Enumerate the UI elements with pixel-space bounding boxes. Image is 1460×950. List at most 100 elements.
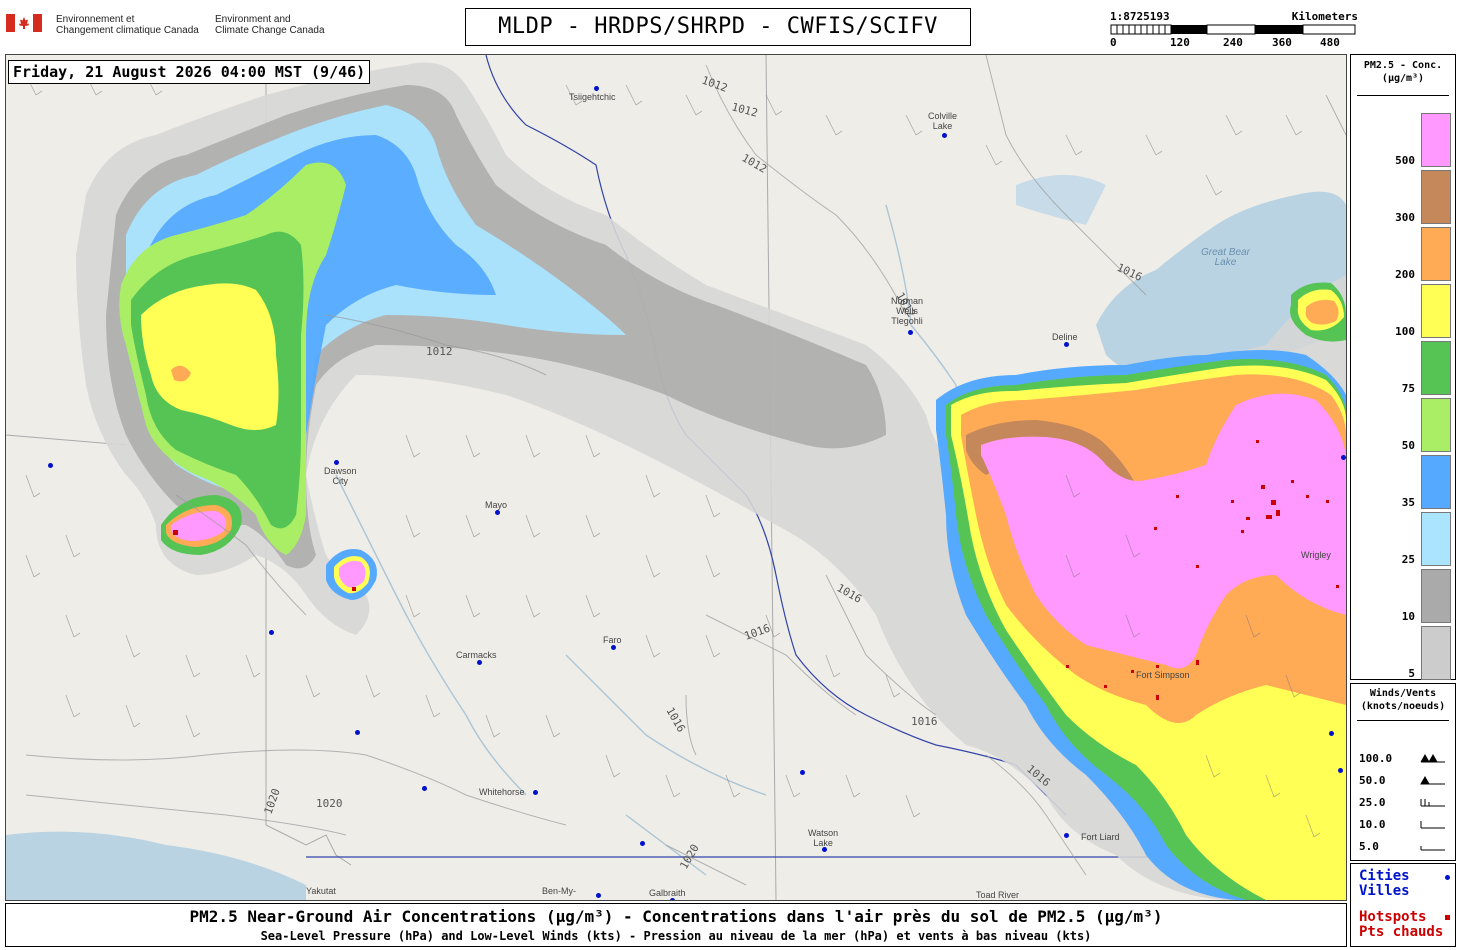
legend-swatch	[1421, 170, 1451, 224]
scale-tick: 360	[1272, 36, 1292, 49]
legend-level-label: 75	[1401, 382, 1415, 395]
city-marker	[1341, 455, 1346, 460]
wind-level: 5.0	[1359, 840, 1379, 853]
scale-tick: 120	[1170, 36, 1190, 49]
svg-text:1020: 1020	[262, 787, 283, 816]
lake-label: Great Bear Lake	[1201, 247, 1250, 268]
caption-line-2: Sea-Level Pressure (hPa) and Low-Level W…	[260, 929, 1092, 943]
city-marker	[1064, 342, 1069, 347]
legend-swatch	[1421, 284, 1451, 338]
legend-level-label: 300	[1395, 211, 1415, 224]
legend-swatch	[1421, 512, 1451, 566]
wind-level: 100.0	[1359, 752, 1393, 765]
city-marker	[1338, 768, 1343, 773]
scale-ratio: 1:8725193	[1110, 10, 1170, 23]
scale-tick: 240	[1223, 36, 1243, 49]
city-label: Fort Liard	[1081, 832, 1120, 842]
legend-level-label: 100	[1395, 325, 1415, 338]
city-label: Fort Simpson	[1136, 670, 1190, 680]
city-marker	[533, 790, 538, 795]
city-label: Galbraith	[649, 888, 686, 898]
city-label: Faro	[603, 635, 622, 645]
svg-text:1012: 1012	[730, 100, 759, 119]
wind-barb-icon	[1420, 846, 1445, 851]
wind-level: 25.0	[1359, 796, 1386, 809]
city-marker	[942, 133, 947, 138]
pm25-legend: PM2.5 - Conc. (µg/m³) 500 300 200 100 75 50 35…	[1350, 54, 1456, 680]
city-marker	[594, 86, 599, 91]
city-marker	[800, 770, 805, 775]
canada-flag-icon	[6, 14, 42, 32]
city-marker	[477, 660, 482, 665]
city-marker	[670, 898, 675, 900]
legend-level-label: 10	[1401, 610, 1415, 623]
legend-level-label: 5	[1408, 667, 1415, 680]
cities-legend-label: Cities Villes	[1359, 868, 1410, 899]
legend-swatch	[1421, 113, 1451, 167]
legend-swatch	[1421, 341, 1451, 395]
city-label: Toad River	[976, 890, 1020, 900]
wind-level: 10.0	[1359, 818, 1386, 831]
legend-level-label: 25	[1401, 553, 1415, 566]
city-marker	[1064, 833, 1069, 838]
hotspot-marker-icon	[1445, 915, 1450, 920]
svg-text:1016: 1016	[743, 622, 772, 643]
wind-barb-icon	[1420, 799, 1445, 807]
symbol-legend: Cities Villes Hotspots Pts chauds	[1350, 863, 1456, 947]
city-marker	[334, 460, 339, 465]
city-label: Yakutat	[306, 886, 336, 896]
legend-swatch	[1421, 398, 1451, 452]
city-label: Tsiigehtchic	[569, 92, 616, 102]
city-label: Whitehorse	[479, 787, 525, 797]
scale-unit: Kilometers	[1291, 10, 1358, 23]
city-marker	[908, 330, 913, 335]
wind-barb-icon	[1420, 775, 1445, 785]
wind-legend-title: Winds/Vents (knots/noeuds)	[1360, 688, 1446, 712]
org-name-fr: Environnement et Changement climatique Ca…	[56, 14, 199, 36]
city-marker	[596, 893, 601, 898]
map-canvas: 1012 1012 1012 1012 1012 1016 1016 1016 …	[6, 55, 1346, 900]
svg-text:1020: 1020	[316, 797, 343, 810]
legend-swatch	[1421, 227, 1451, 281]
svg-text:1016: 1016	[911, 715, 938, 728]
wind-barb-icon	[1420, 821, 1445, 829]
legend-swatch	[1421, 455, 1451, 509]
scale-bar: 1:8725193 Kilometers 0 120 240 360 480	[1110, 10, 1358, 50]
forecast-timestamp: Friday, 21 August 2026 04:00 MST (9/46)	[8, 60, 371, 84]
map-panel[interactable]: 1012 1012 1012 1012 1012 1016 1016 1016 …	[5, 54, 1347, 901]
city-label: Colville Lake	[928, 111, 958, 131]
map-caption: PM2.5 Near-Ground Air Concentrations (µg…	[5, 903, 1347, 947]
city-marker	[1329, 731, 1334, 736]
wind-level: 50.0	[1359, 774, 1386, 787]
city-marker	[611, 645, 616, 650]
city-marker-icon	[1445, 875, 1450, 880]
city-label: Mayo	[485, 500, 508, 510]
legend-level-label: 50	[1401, 439, 1415, 452]
svg-text:1016: 1016	[663, 705, 688, 734]
wind-legend: Winds/Vents (knots/noeuds) 100.0 50.0 25…	[1350, 683, 1456, 861]
hotspots-legend-label: Hotspots Pts chauds	[1359, 909, 1444, 940]
org-name-en: Environment and Climate Change Canada	[215, 14, 325, 36]
svg-text:1016: 1016	[1115, 261, 1145, 284]
svg-text:1012: 1012	[740, 151, 769, 176]
scale-tick: 0	[1110, 36, 1117, 49]
legend-swatch	[1421, 626, 1451, 680]
caption-line-1: PM2.5 Near-Ground Air Concentrations (µg…	[189, 907, 1163, 926]
scale-tick: 480	[1320, 36, 1340, 49]
city-label: Dawson City	[324, 466, 357, 486]
svg-text:1012: 1012	[700, 74, 729, 95]
city-label: Deline	[1052, 332, 1078, 342]
city-label: Norman Wells Tlegohli	[891, 296, 924, 326]
city-label: Carmacks	[456, 650, 497, 660]
legend-swatch	[1421, 569, 1451, 623]
city-marker	[640, 841, 645, 846]
svg-text:1012: 1012	[426, 345, 453, 358]
legend-level-label: 35	[1401, 496, 1415, 509]
wind-barb-icon	[1420, 753, 1445, 763]
product-title: MLDP - HRDPS/SHRPD - CWFIS/SCIFV	[465, 8, 971, 46]
ocean-area	[6, 831, 306, 900]
city-label: Watson Lake	[808, 828, 839, 848]
city-label: Wrigley	[1301, 550, 1331, 560]
city-marker	[269, 630, 274, 635]
legend-title: PM2.5 - Conc. (µg/m³)	[1363, 60, 1443, 84]
